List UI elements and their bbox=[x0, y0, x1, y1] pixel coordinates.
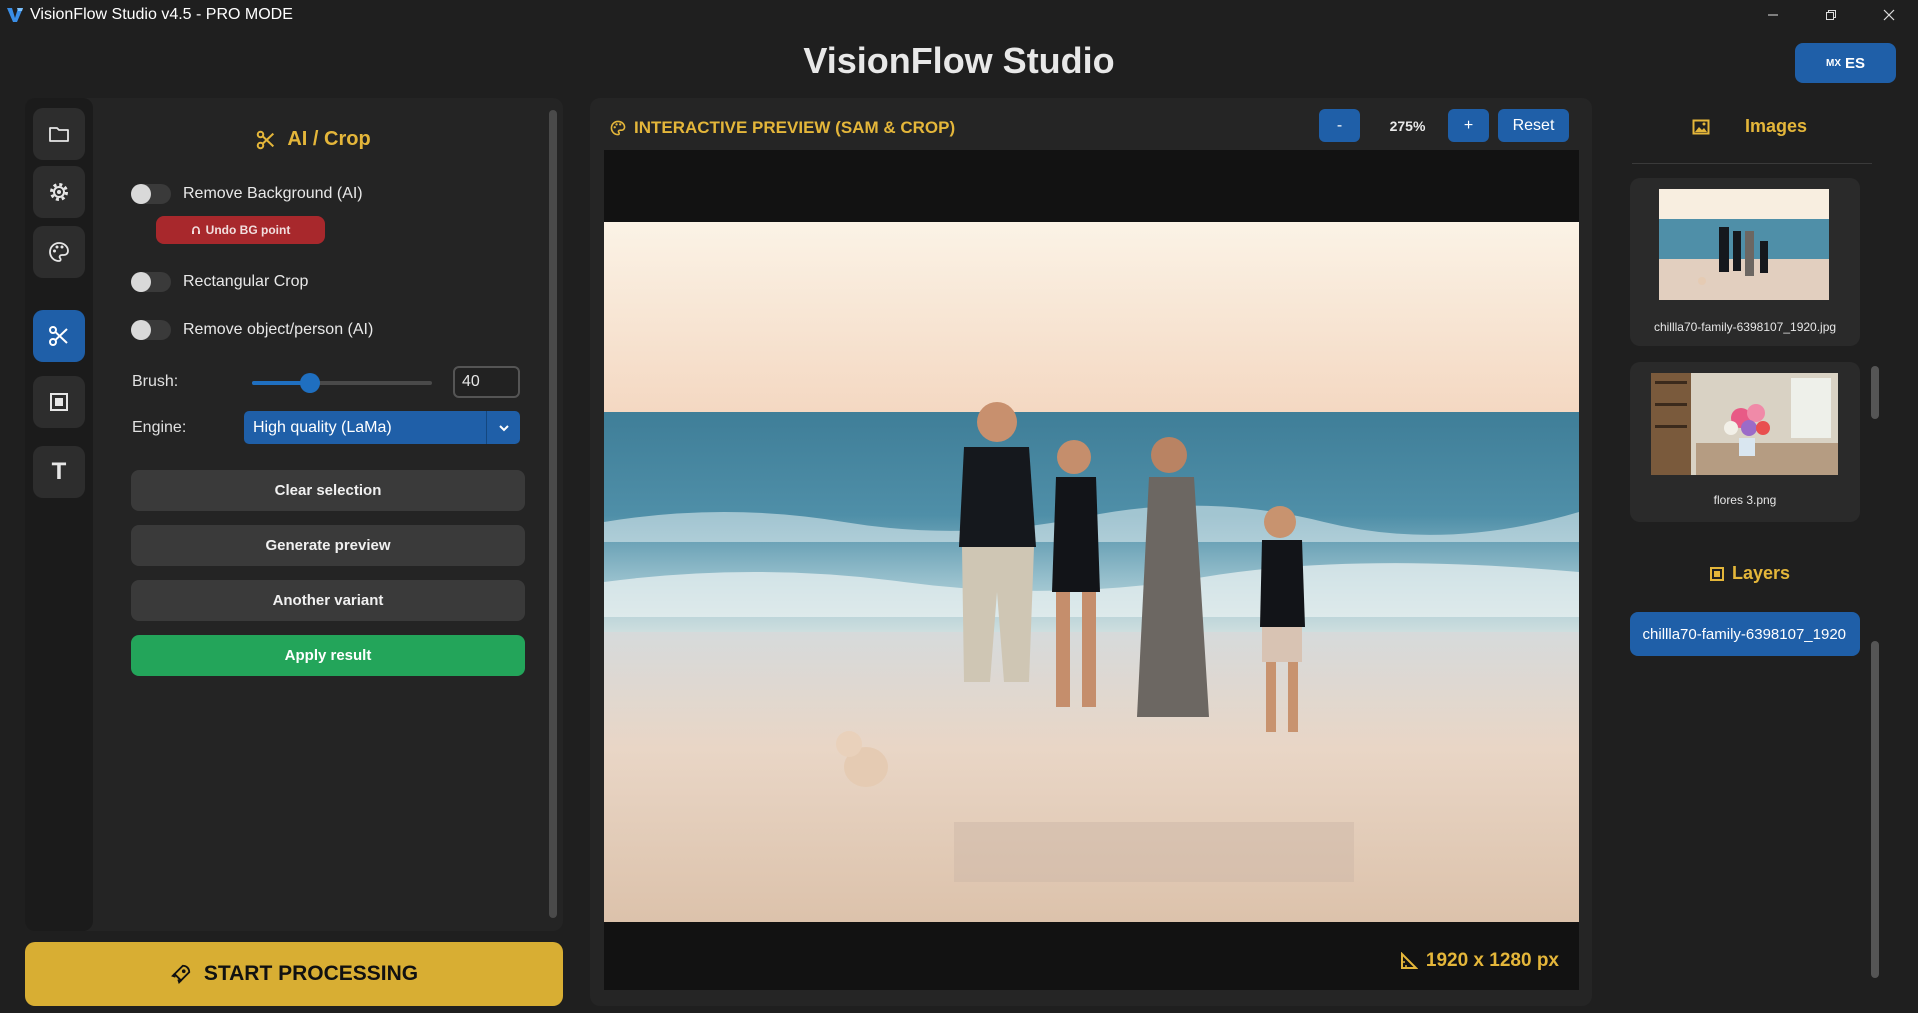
tools-content: AI / Crop Remove Background (AI) Undo BG… bbox=[93, 98, 553, 931]
app-header: VisionFlow Studio MX ES bbox=[0, 30, 1918, 94]
remove-object-row: Remove object/person (AI) bbox=[131, 320, 373, 340]
palette-icon bbox=[49, 242, 69, 262]
preview-panel: INTERACTIVE PREVIEW (SAM & CROP) - 275% … bbox=[590, 98, 1592, 1006]
image-thumbnail bbox=[1651, 373, 1838, 475]
zoom-in-button[interactable]: + bbox=[1448, 109, 1489, 142]
rectangular-crop-row: Rectangular Crop bbox=[131, 272, 308, 292]
image-item-name: chillla70-family-6398107_1920.jpg bbox=[1653, 320, 1837, 334]
engine-selected-value: High quality (LaMa) bbox=[253, 418, 392, 436]
sidebar-item-crop[interactable] bbox=[33, 310, 85, 362]
sidebar-item-settings[interactable] bbox=[33, 166, 85, 218]
mexico-flag-icon: MX bbox=[1825, 57, 1841, 69]
chevron-down-icon bbox=[486, 411, 520, 444]
layers-title-label: Layers bbox=[1732, 563, 1791, 583]
window-title: VisionFlow Studio v4.5 - PRO MODE bbox=[30, 6, 293, 23]
tools-panel: T AI / Crop Remove Background (AI) Undo … bbox=[25, 98, 563, 931]
engine-label: Engine: bbox=[132, 419, 187, 436]
folder-icon bbox=[49, 127, 69, 142]
language-button[interactable]: MX ES bbox=[1795, 43, 1896, 83]
layers-scrollbar[interactable] bbox=[1871, 641, 1879, 978]
close-icon bbox=[1883, 9, 1895, 21]
undo-icon bbox=[191, 226, 200, 234]
title-bar: VisionFlow Studio v4.5 - PRO MODE bbox=[0, 0, 1918, 30]
reset-zoom-button[interactable]: Reset bbox=[1498, 109, 1569, 142]
undo-bg-point-button[interactable]: Undo BG point bbox=[156, 216, 325, 244]
brush-slider[interactable] bbox=[252, 373, 432, 393]
start-processing-button[interactable]: START PROCESSING bbox=[25, 942, 563, 1006]
app-window: VisionFlow Studio v4.5 - PRO MODE Vision… bbox=[0, 0, 1918, 1013]
frame-icon bbox=[50, 393, 68, 411]
scissors-icon bbox=[257, 130, 275, 149]
images-title-label: Images bbox=[1745, 116, 1808, 136]
page-title: VisionFlow Studio bbox=[803, 40, 1115, 81]
preview-title-label: INTERACTIVE PREVIEW (SAM & CROP) bbox=[634, 118, 956, 137]
image-dimensions: 1920 x 1280 px bbox=[1400, 950, 1559, 972]
restore-button[interactable] bbox=[1802, 0, 1860, 30]
start-processing-label: START PROCESSING bbox=[203, 962, 419, 985]
clear-selection-button[interactable]: Clear selection bbox=[131, 470, 525, 511]
close-button[interactable] bbox=[1860, 0, 1918, 30]
images-scrollbar[interactable] bbox=[1871, 366, 1879, 419]
another-variant-button[interactable]: Another variant bbox=[131, 580, 525, 621]
text-icon: T bbox=[51, 458, 67, 485]
brush-size-input[interactable] bbox=[453, 366, 520, 398]
remove-object-toggle[interactable] bbox=[131, 320, 171, 340]
remove-background-label: Remove Background (AI) bbox=[183, 185, 363, 202]
images-title: Images bbox=[1692, 116, 1852, 137]
image-thumbnail bbox=[1659, 189, 1829, 300]
generate-preview-button[interactable]: Generate preview bbox=[131, 525, 525, 566]
remove-object-label: Remove object/person (AI) bbox=[183, 321, 374, 338]
undo-bg-point-label: Undo BG point bbox=[205, 223, 291, 237]
brush-label: Brush: bbox=[132, 373, 179, 390]
language-code: ES bbox=[1844, 54, 1865, 72]
tools-title-label: AI / Crop bbox=[287, 128, 371, 150]
minimize-icon bbox=[1768, 14, 1778, 16]
layers-title: Layers bbox=[1710, 563, 1790, 584]
images-divider bbox=[1632, 163, 1872, 164]
rocket-icon bbox=[170, 964, 191, 984]
remove-background-row: Remove Background (AI) bbox=[131, 184, 363, 204]
preview-title: INTERACTIVE PREVIEW (SAM & CROP) bbox=[610, 118, 955, 138]
sidebar-rail: T bbox=[25, 98, 93, 931]
preview-image[interactable] bbox=[604, 222, 1579, 922]
image-dimensions-label: 1920 x 1280 px bbox=[1425, 950, 1559, 971]
zoom-out-button[interactable]: - bbox=[1319, 109, 1360, 142]
sidebar-item-colors[interactable] bbox=[33, 226, 85, 278]
ruler-icon bbox=[1400, 952, 1418, 969]
restore-icon bbox=[1826, 10, 1836, 20]
preview-canvas[interactable]: 1920 x 1280 px bbox=[604, 150, 1579, 990]
app-logo-icon bbox=[0, 0, 30, 30]
sidebar-item-frame[interactable] bbox=[33, 376, 85, 428]
apply-result-button[interactable]: Apply result bbox=[131, 635, 525, 676]
gear-icon bbox=[50, 183, 68, 201]
brush-slider-thumb[interactable] bbox=[299, 373, 320, 393]
zoom-level: 275% bbox=[1389, 117, 1426, 134]
palette-icon bbox=[610, 120, 626, 136]
sidebar-item-files[interactable] bbox=[33, 108, 85, 160]
image-icon bbox=[1692, 119, 1710, 134]
tools-scrollbar[interactable] bbox=[549, 110, 557, 918]
minimize-button[interactable] bbox=[1744, 0, 1802, 30]
tools-title: AI / Crop bbox=[93, 128, 533, 151]
layers-icon bbox=[1710, 566, 1724, 581]
image-item[interactable]: flores 3.png bbox=[1630, 362, 1860, 522]
rectangular-crop-toggle[interactable] bbox=[131, 272, 171, 292]
image-item-name: flores 3.png bbox=[1713, 493, 1777, 507]
assets-panel: Images chillla70-family-6398107_1920.jpg bbox=[1615, 98, 1909, 998]
rectangular-crop-label: Rectangular Crop bbox=[183, 273, 309, 290]
scissors-icon bbox=[49, 326, 68, 346]
image-item[interactable]: chillla70-family-6398107_1920.jpg bbox=[1630, 178, 1860, 346]
layer-item[interactable]: chillla70-family-6398107_1920 bbox=[1630, 612, 1860, 656]
remove-background-toggle[interactable] bbox=[131, 184, 171, 204]
engine-select[interactable]: High quality (LaMa) bbox=[244, 411, 520, 444]
sidebar-item-text[interactable]: T bbox=[33, 446, 85, 498]
